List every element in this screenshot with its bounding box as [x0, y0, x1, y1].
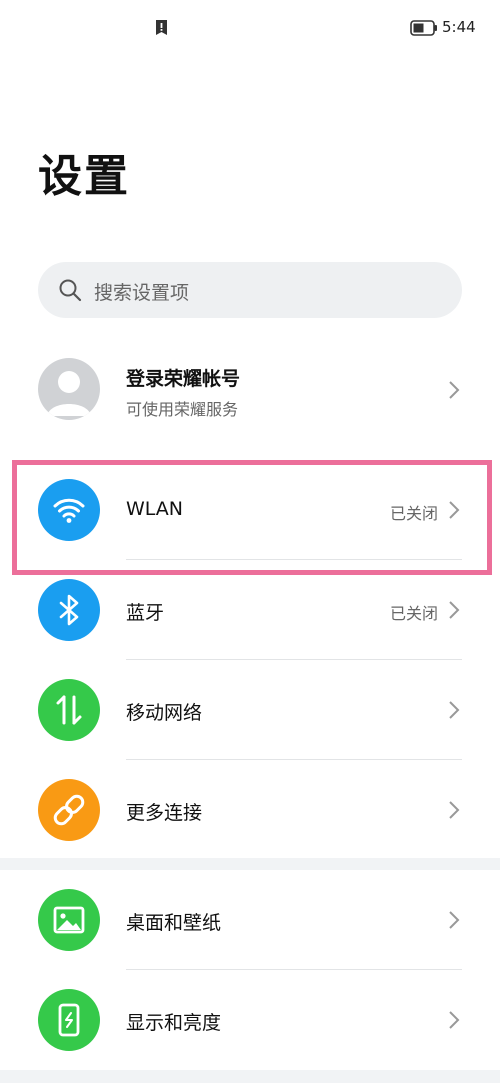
setting-label-bluetooth: 蓝牙 — [126, 602, 165, 624]
setting-row-mobile-network[interactable]: 移动网络 — [0, 660, 500, 760]
status-time: 5:44 — [442, 18, 476, 36]
notification-alert-icon — [156, 20, 167, 35]
setting-label-wallpaper: 桌面和壁纸 — [126, 912, 222, 934]
setting-row-bluetooth[interactable]: 蓝牙 已关闭 — [0, 560, 500, 660]
chevron-right-icon — [449, 911, 460, 929]
setting-label-mobile-network: 移动网络 — [126, 702, 203, 724]
avatar — [38, 358, 100, 420]
chevron-right-icon — [449, 1011, 460, 1029]
setting-label-display: 显示和亮度 — [126, 1012, 222, 1034]
wallpaper-icon — [38, 889, 100, 951]
search-input[interactable]: 搜索设置项 — [38, 262, 462, 318]
page-title: 设置 — [38, 151, 130, 202]
setting-row-more-connections[interactable]: 更多连接 — [0, 760, 500, 860]
search-icon — [59, 279, 82, 302]
chevron-right-icon — [449, 381, 460, 399]
display-icon — [38, 989, 100, 1051]
chevron-right-icon — [449, 701, 460, 719]
battery-icon — [410, 20, 437, 36]
account-login-row[interactable]: 登录荣耀帐号 可使用荣耀服务 — [0, 350, 500, 430]
account-subtitle: 可使用荣耀服务 — [126, 400, 239, 419]
mobile-data-icon — [38, 679, 100, 741]
display-group: 桌面和壁纸 显示和亮度 — [0, 870, 500, 1070]
setting-status-bluetooth: 已关闭 — [389, 604, 438, 623]
setting-row-display[interactable]: 显示和亮度 — [0, 970, 500, 1070]
link-icon — [38, 779, 100, 841]
wlan-highlight-annotation — [12, 460, 492, 575]
setting-row-wallpaper[interactable]: 桌面和壁纸 — [0, 870, 500, 970]
default-avatar-icon — [47, 371, 91, 416]
chevron-right-icon — [449, 801, 460, 819]
status-bar: 5:44 — [0, 0, 500, 56]
chevron-right-icon — [449, 601, 460, 619]
account-title: 登录荣耀帐号 — [126, 368, 241, 390]
bluetooth-icon — [38, 579, 100, 641]
search-placeholder: 搜索设置项 — [94, 282, 190, 304]
setting-label-more-connections: 更多连接 — [126, 802, 203, 824]
